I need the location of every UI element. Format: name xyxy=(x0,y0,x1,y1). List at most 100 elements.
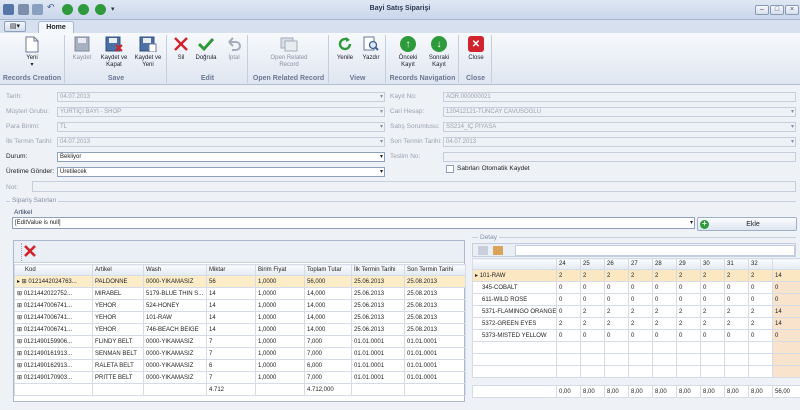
column-header[interactable]: İlk Termin Tarihi xyxy=(351,264,405,276)
size-quantity-cell[interactable]: 0 xyxy=(580,329,605,342)
size-quantity-cell[interactable]: 0 xyxy=(556,281,581,294)
size-quantity-cell[interactable]: 2 xyxy=(580,305,605,318)
print-button[interactable]: Yazdır xyxy=(358,35,384,62)
size-quantity-cell[interactable]: 0 xyxy=(772,281,800,294)
app-menu-button[interactable]: ▤▾ xyxy=(4,21,26,32)
size-quantity-cell[interactable]: 2 xyxy=(628,269,653,282)
add-button[interactable]: + Ekle xyxy=(697,217,797,231)
detail-filter-input[interactable] xyxy=(515,245,795,256)
size-quantity-cell[interactable]: 0 xyxy=(700,281,725,294)
size-quantity-cell[interactable]: 0 xyxy=(772,329,800,342)
table-row[interactable]: ⊞ 0121490161913... SENMAN BELT 0000-YIKAMA… xyxy=(14,347,466,360)
table-row[interactable]: ⊞ 0121447006741... YEHOR 524-HONEY 14 1,0000… xyxy=(14,299,466,312)
size-quantity-cell[interactable]: 0 xyxy=(700,293,725,306)
new-button[interactable]: Yeni ▾ xyxy=(20,35,44,69)
size-quantity-cell[interactable]: 0 xyxy=(628,281,653,294)
column-header[interactable]: Birim Fiyat xyxy=(255,264,305,276)
record-no-field[interactable]: AOR.000000021 xyxy=(443,92,796,102)
size-quantity-cell[interactable]: 0 xyxy=(724,281,749,294)
detail-row[interactable]: ▸ 101-RAW 2 2 2 2 2 2 2 2 2 14 xyxy=(472,269,800,282)
size-quantity-cell[interactable]: 2 xyxy=(724,317,749,330)
size-quantity-cell[interactable]: 0 xyxy=(748,329,773,342)
row-indicator-icon[interactable]: ▸ ⊞ xyxy=(17,279,28,285)
paste-icon[interactable] xyxy=(493,246,503,255)
refresh-button[interactable]: Yenile xyxy=(332,35,358,62)
size-column-header[interactable]: 32 xyxy=(748,258,773,270)
size-column-header[interactable]: 25 xyxy=(580,258,605,270)
size-quantity-cell[interactable]: 2 xyxy=(604,317,629,330)
size-quantity-cell[interactable]: 0 xyxy=(724,293,749,306)
validate-button[interactable]: Doğrula xyxy=(192,35,220,62)
cancel-button[interactable]: İptal xyxy=(222,35,246,62)
size-quantity-cell[interactable]: 0 xyxy=(652,329,677,342)
table-row[interactable]: ⊞ 0121490162913... RALETA BELT 0000-YIKAMA… xyxy=(14,359,466,372)
table-row[interactable]: ⊞ 0121447006741... YEHOR 101-RAW 14 1,0000 14… xyxy=(14,311,466,324)
size-quantity-cell[interactable]: 2 xyxy=(652,269,677,282)
size-quantity-cell[interactable]: 14 xyxy=(772,317,800,330)
size-quantity-cell[interactable]: 0 xyxy=(556,329,581,342)
size-quantity-cell[interactable]: 2 xyxy=(628,305,653,318)
status-dropdown[interactable]: Bekliyor ▾ xyxy=(57,152,385,162)
note-field[interactable] xyxy=(32,181,796,192)
customer-group-field[interactable]: YURTİÇİ BAYİ - SHOP ▾ xyxy=(57,107,385,117)
detail-row[interactable]: 611-WILD ROSE 0 0 0 0 0 0 0 0 0 0 xyxy=(472,293,800,306)
size-quantity-cell[interactable]: 2 xyxy=(604,269,629,282)
size-quantity-cell[interactable]: 0 xyxy=(628,293,653,306)
size-quantity-cell[interactable]: 2 xyxy=(580,269,605,282)
detail-row[interactable]: 5373-MISTED YELLOW 0 0 0 0 0 0 0 0 0 0 xyxy=(472,329,800,342)
column-header[interactable]: Toplam Tutar xyxy=(304,264,352,276)
expand-row-icon[interactable]: ⊞ xyxy=(17,351,24,357)
column-header[interactable]: Wash xyxy=(143,264,207,276)
size-quantity-cell[interactable]: 2 xyxy=(652,317,677,330)
size-quantity-cell[interactable]: 0 xyxy=(580,281,605,294)
size-quantity-cell[interactable]: 0 xyxy=(772,293,800,306)
column-header[interactable]: Miktar xyxy=(206,264,256,276)
expand-row-icon[interactable]: ⊞ xyxy=(17,339,24,345)
size-column-header[interactable]: 28 xyxy=(652,258,677,270)
delivery-no-field[interactable] xyxy=(443,152,796,162)
copy-icon[interactable] xyxy=(478,246,488,255)
size-quantity-cell[interactable]: 0 xyxy=(628,329,653,342)
size-quantity-cell[interactable]: 2 xyxy=(556,317,581,330)
size-column-header[interactable]: 27 xyxy=(628,258,653,270)
expand-row-icon[interactable]: ⊞ xyxy=(17,291,24,297)
last-due-date-field[interactable]: 04.07.2013 ▾ xyxy=(443,137,796,147)
size-column-header[interactable] xyxy=(772,258,800,270)
size-quantity-cell[interactable]: 0 xyxy=(748,293,773,306)
size-quantity-cell[interactable]: 2 xyxy=(628,317,653,330)
size-quantity-cell[interactable]: 2 xyxy=(652,305,677,318)
size-quantity-cell[interactable]: 2 xyxy=(700,305,725,318)
size-quantity-cell[interactable]: 2 xyxy=(604,305,629,318)
size-quantity-cell[interactable]: 2 xyxy=(748,317,773,330)
column-header[interactable]: Son Termin Tarihi xyxy=(404,264,466,276)
size-column-header[interactable]: 29 xyxy=(676,258,701,270)
detail-row[interactable]: 5371-FLAMINGO ORANGE 0 2 2 2 2 2 2 2 2 14 xyxy=(472,305,800,318)
expand-row-icon[interactable]: ⊞ xyxy=(17,327,24,333)
delete-row-icon[interactable] xyxy=(24,245,36,257)
size-quantity-cell[interactable]: 0 xyxy=(652,293,677,306)
table-row[interactable]: ⊞ 0121490159906... FLINDY BELT 0000-YIKAMA… xyxy=(14,335,466,348)
size-quantity-cell[interactable]: 0 xyxy=(748,281,773,294)
size-quantity-cell[interactable]: 0 xyxy=(700,329,725,342)
close-window-button[interactable]: × xyxy=(785,5,799,15)
delete-button[interactable]: Sil xyxy=(170,35,192,62)
expand-row-icon[interactable]: ⊞ xyxy=(17,315,24,321)
save-new-button[interactable]: Kaydet ve Yeni xyxy=(132,35,164,69)
size-quantity-cell[interactable]: 2 xyxy=(748,269,773,282)
column-header[interactable]: Artikel xyxy=(92,264,144,276)
maximize-button[interactable]: □ xyxy=(770,5,784,15)
send-to-production-dropdown[interactable]: Üretilecek ▾ xyxy=(57,167,385,177)
size-quantity-cell[interactable]: 0 xyxy=(556,305,581,318)
size-quantity-cell[interactable]: 0 xyxy=(676,329,701,342)
size-quantity-cell[interactable]: 2 xyxy=(676,305,701,318)
size-quantity-cell[interactable]: 0 xyxy=(604,281,629,294)
first-due-date-field[interactable]: 04.07.2013 ▾ xyxy=(57,137,385,147)
account-field[interactable]: 120412121-TUNCAY CAVUSOGLU ▾ xyxy=(443,107,796,117)
artikel-dropdown[interactable]: [EditValue is null] ▾ xyxy=(12,217,695,229)
table-row[interactable]: ⊞ 0121447006741... YEHOR 746-BEACH BEIGE 14… xyxy=(14,323,466,336)
size-quantity-cell[interactable]: 0 xyxy=(652,281,677,294)
detail-row[interactable]: 345-COBALT 0 0 0 0 0 0 0 0 0 0 xyxy=(472,281,800,294)
currency-field[interactable]: TL ▾ xyxy=(57,122,385,132)
size-quantity-cell[interactable]: 2 xyxy=(748,305,773,318)
next-record-button[interactable]: ↓ Sonraki Kayıt xyxy=(423,35,455,69)
